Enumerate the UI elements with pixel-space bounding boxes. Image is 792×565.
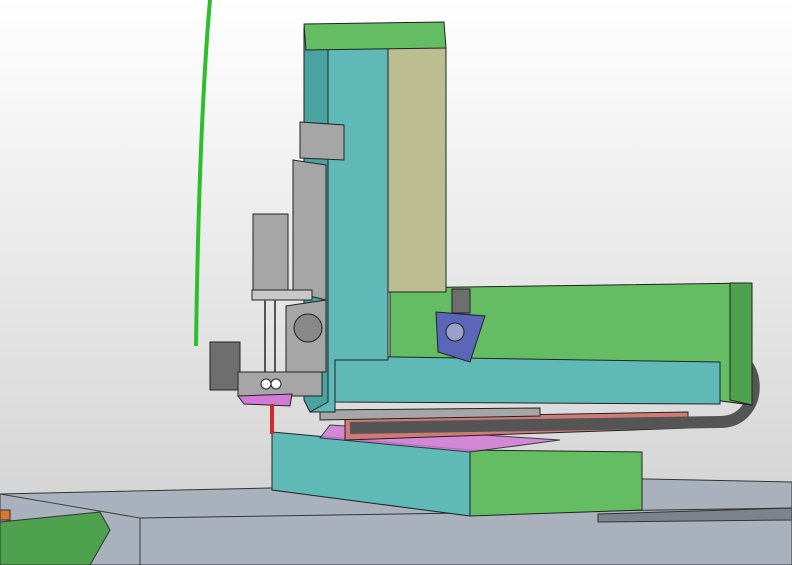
cad-viewport[interactable]	[0, 0, 792, 565]
x-axis-beam[interactable]	[329, 282, 753, 406]
nozzle[interactable]	[270, 404, 274, 434]
3d-model-view[interactable]	[0, 0, 792, 565]
pcb-board	[0, 511, 111, 565]
column-top-cap[interactable]	[303, 21, 447, 51]
